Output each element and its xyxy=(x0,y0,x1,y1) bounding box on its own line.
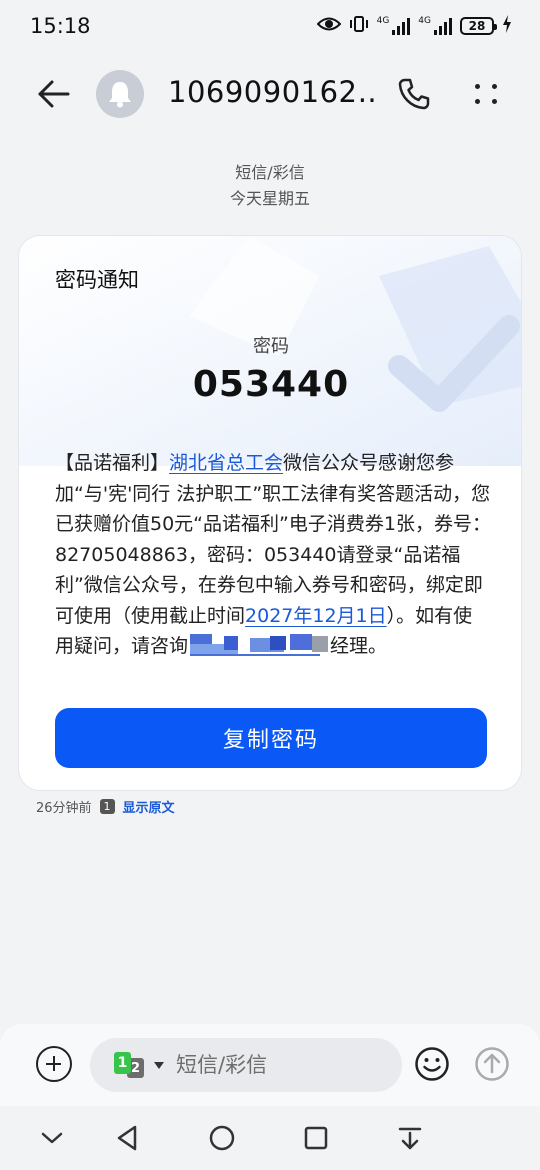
nav-home-button[interactable] xyxy=(206,1122,238,1154)
send-arrow-icon xyxy=(475,1047,509,1081)
thread-meta: 短信/彩信 今天星期五 xyxy=(0,160,540,212)
smiley-icon xyxy=(415,1047,449,1081)
show-original-link[interactable]: 显示原文 xyxy=(123,797,175,816)
message-footer: 26分钟前 1 显示原文 xyxy=(36,797,175,816)
time-ago: 26分钟前 xyxy=(36,801,92,816)
redacted-phone xyxy=(190,634,329,656)
nav-notification-button[interactable] xyxy=(394,1122,426,1154)
more-options-button[interactable] xyxy=(468,76,504,112)
battery-icon: 28 xyxy=(460,17,497,35)
sim-card-icon: 2 1 xyxy=(114,1052,148,1078)
pull-down-icon xyxy=(398,1127,422,1150)
status-time: 15:18 xyxy=(30,14,91,38)
avatar[interactable] xyxy=(96,70,144,118)
send-button[interactable] xyxy=(474,1046,510,1082)
compose-field[interactable]: 2 1 xyxy=(90,1038,402,1092)
composer-bar: 2 1 xyxy=(0,1024,540,1106)
code-label: 密码 xyxy=(253,336,289,357)
channel-label: 短信/彩信 xyxy=(235,163,305,182)
copy-code-button[interactable]: 复制密码 xyxy=(55,708,487,768)
card-title: 密码通知 xyxy=(55,268,139,292)
contact-name[interactable]: 1069090162… xyxy=(168,75,378,109)
message-body: 【品诺福利】湖北省总工会微信公众号感谢您参加“与'宪'同行 法护职工”职工法律有… xyxy=(55,452,491,657)
back-button[interactable] xyxy=(34,76,74,112)
circle-home-icon xyxy=(209,1125,235,1151)
date-label: 今天星期五 xyxy=(229,189,310,208)
code-value[interactable]: 053440 xyxy=(19,364,521,405)
sim-selector[interactable]: 2 1 xyxy=(114,1052,164,1078)
bell-icon xyxy=(109,82,131,108)
conversation-header: 1069090162… xyxy=(0,58,540,130)
status-icons: 4G 4G 28 xyxy=(316,15,512,37)
organization-link[interactable]: 湖北省总工会 xyxy=(169,452,283,474)
square-recents-icon xyxy=(304,1126,328,1150)
status-bar: 15:18 4G 4G 28 xyxy=(0,0,540,52)
nav-recents-button[interactable] xyxy=(300,1122,332,1154)
back-arrow-icon xyxy=(38,80,70,108)
message-input[interactable] xyxy=(176,1053,376,1077)
nav-back-button[interactable] xyxy=(112,1122,144,1154)
chevron-down-icon xyxy=(41,1132,63,1144)
hide-nav-button[interactable] xyxy=(36,1122,68,1154)
more-dots-icon xyxy=(475,84,497,104)
vibrate-icon xyxy=(349,15,369,37)
date-link[interactable]: 2027年12月1日 xyxy=(245,605,387,627)
triangle-back-icon xyxy=(117,1125,137,1151)
signal-icon: 4G xyxy=(418,17,452,35)
emoji-button[interactable] xyxy=(414,1046,450,1082)
sim-badge: 1 xyxy=(99,799,115,814)
message-card: 密码通知 密码 053440 【品诺福利】湖北省总工会微信公众号感谢您参加“与'… xyxy=(18,235,522,791)
add-attachment-button[interactable] xyxy=(36,1046,72,1082)
eye-icon xyxy=(316,15,342,37)
call-button[interactable] xyxy=(396,76,432,112)
chevron-down-icon xyxy=(154,1061,164,1069)
signal-icon: 4G xyxy=(377,17,411,35)
phone-icon xyxy=(398,78,430,110)
charging-icon xyxy=(502,15,512,37)
system-nav-bar xyxy=(0,1106,540,1170)
